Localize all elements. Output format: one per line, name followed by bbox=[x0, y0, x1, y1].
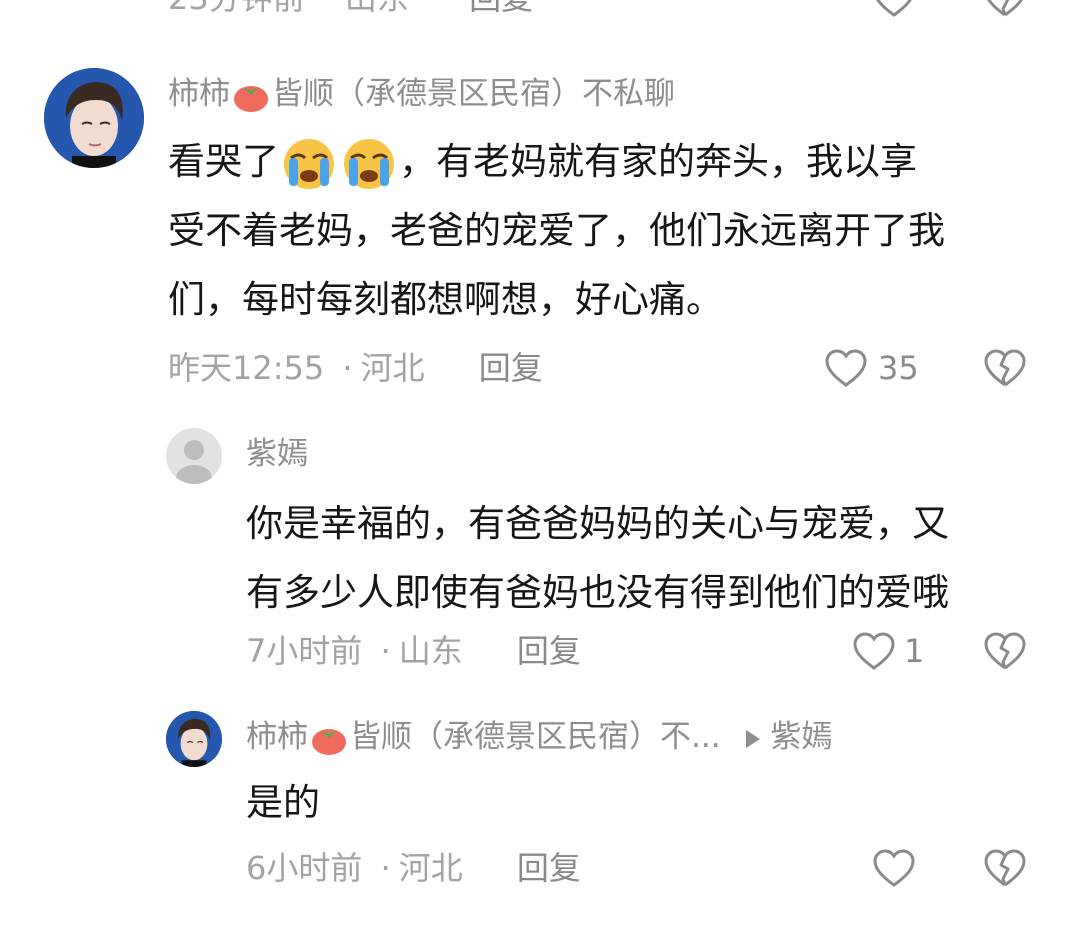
reply-text: 是的 bbox=[246, 781, 320, 824]
reply-button[interactable]: 回复 bbox=[517, 849, 581, 887]
reply-text: 你是幸福的，有爸爸妈妈的关心与宠爱，又 有多少人即使有爸妈也没有得到他们的爱哦 bbox=[246, 489, 1046, 627]
comment-meta: 昨天12:55 · 河北 回复 bbox=[168, 348, 543, 388]
like-icon[interactable] bbox=[852, 631, 896, 671]
reply-button[interactable]: 回复 bbox=[469, 0, 533, 17]
tomato-icon bbox=[232, 79, 270, 113]
dislike-icon[interactable] bbox=[983, 848, 1027, 888]
reply-text-line2: 有多少人即使有爸妈也没有得到他们的爱哦 bbox=[246, 571, 949, 614]
tomato-icon bbox=[310, 722, 348, 756]
author-name: 柿柿 bbox=[168, 76, 230, 112]
location: 山东 bbox=[398, 632, 463, 670]
dislike-icon[interactable] bbox=[983, 631, 1027, 671]
separator: · bbox=[342, 349, 353, 387]
like-count: 35 bbox=[878, 349, 919, 387]
top-partial-meta: 23分钟前 山东 回复 bbox=[168, 0, 533, 18]
location: 河北 bbox=[360, 349, 425, 387]
reply-arrow-icon bbox=[744, 728, 762, 750]
like-count: 1 bbox=[904, 632, 925, 670]
comment-text-part2: ，有老妈就有家的奔头，我以享 bbox=[399, 140, 917, 183]
reply-author[interactable]: 紫嫣 bbox=[246, 434, 308, 474]
comment-text-line2: 受不着老妈，老爸的宠爱了，他们永远离开了我 bbox=[168, 209, 945, 252]
location: 河北 bbox=[398, 849, 463, 887]
reply-author-line: 柿柿 皆顺（承德景区民宿）不... 紫嫣 bbox=[246, 717, 832, 757]
avatar[interactable] bbox=[166, 711, 222, 767]
reply-meta: 6小时前 · 河北 回复 bbox=[246, 848, 581, 888]
author-name[interactable]: 柿柿 bbox=[246, 719, 308, 755]
timestamp: 7小时前 bbox=[246, 632, 363, 670]
crying-face-icon bbox=[339, 136, 399, 192]
like-icon[interactable] bbox=[872, 848, 916, 888]
timestamp: 昨天12:55 bbox=[168, 349, 325, 387]
location: 山东 bbox=[345, 0, 409, 17]
timestamp: 6小时前 bbox=[246, 849, 363, 887]
author-name-suffix: 皆顺（承德景区民宿）不私聊 bbox=[272, 76, 675, 112]
comment-text-line3: 们，每时每刻都想啊想，好心痛。 bbox=[168, 278, 723, 321]
crying-face-icon bbox=[279, 136, 339, 192]
reply-text-line1: 你是幸福的，有爸爸妈妈的关心与宠爱，又 bbox=[246, 502, 949, 545]
timestamp: 23分钟前 bbox=[168, 0, 305, 17]
reply-to-name[interactable]: 紫嫣 bbox=[770, 719, 832, 755]
dislike-icon[interactable] bbox=[983, 0, 1027, 18]
like-button[interactable]: 1 bbox=[852, 631, 924, 671]
dislike-icon[interactable] bbox=[983, 348, 1027, 388]
like-button[interactable]: 35 bbox=[824, 348, 919, 388]
reply-button[interactable]: 回复 bbox=[479, 349, 543, 387]
avatar[interactable] bbox=[44, 68, 144, 168]
reply-meta: 7小时前 · 山东 回复 bbox=[246, 631, 581, 671]
separator: · bbox=[380, 849, 391, 887]
avatar-placeholder[interactable] bbox=[166, 428, 222, 484]
like-icon[interactable] bbox=[872, 0, 916, 18]
separator: · bbox=[380, 632, 391, 670]
comment-text: 看哭了 ，有老妈就有家的奔头，我以享 受不着老妈，老爸的宠爱了，他们永远离开了我 … bbox=[168, 127, 1048, 334]
author-name-suffix: 皆顺（承德景区民宿）不... bbox=[350, 719, 721, 755]
like-icon[interactable] bbox=[824, 348, 868, 388]
comment-text-part1: 看哭了 bbox=[168, 140, 279, 183]
comment-author[interactable]: 柿柿 皆顺（承德景区民宿）不私聊 bbox=[168, 74, 675, 114]
reply-button[interactable]: 回复 bbox=[517, 632, 581, 670]
